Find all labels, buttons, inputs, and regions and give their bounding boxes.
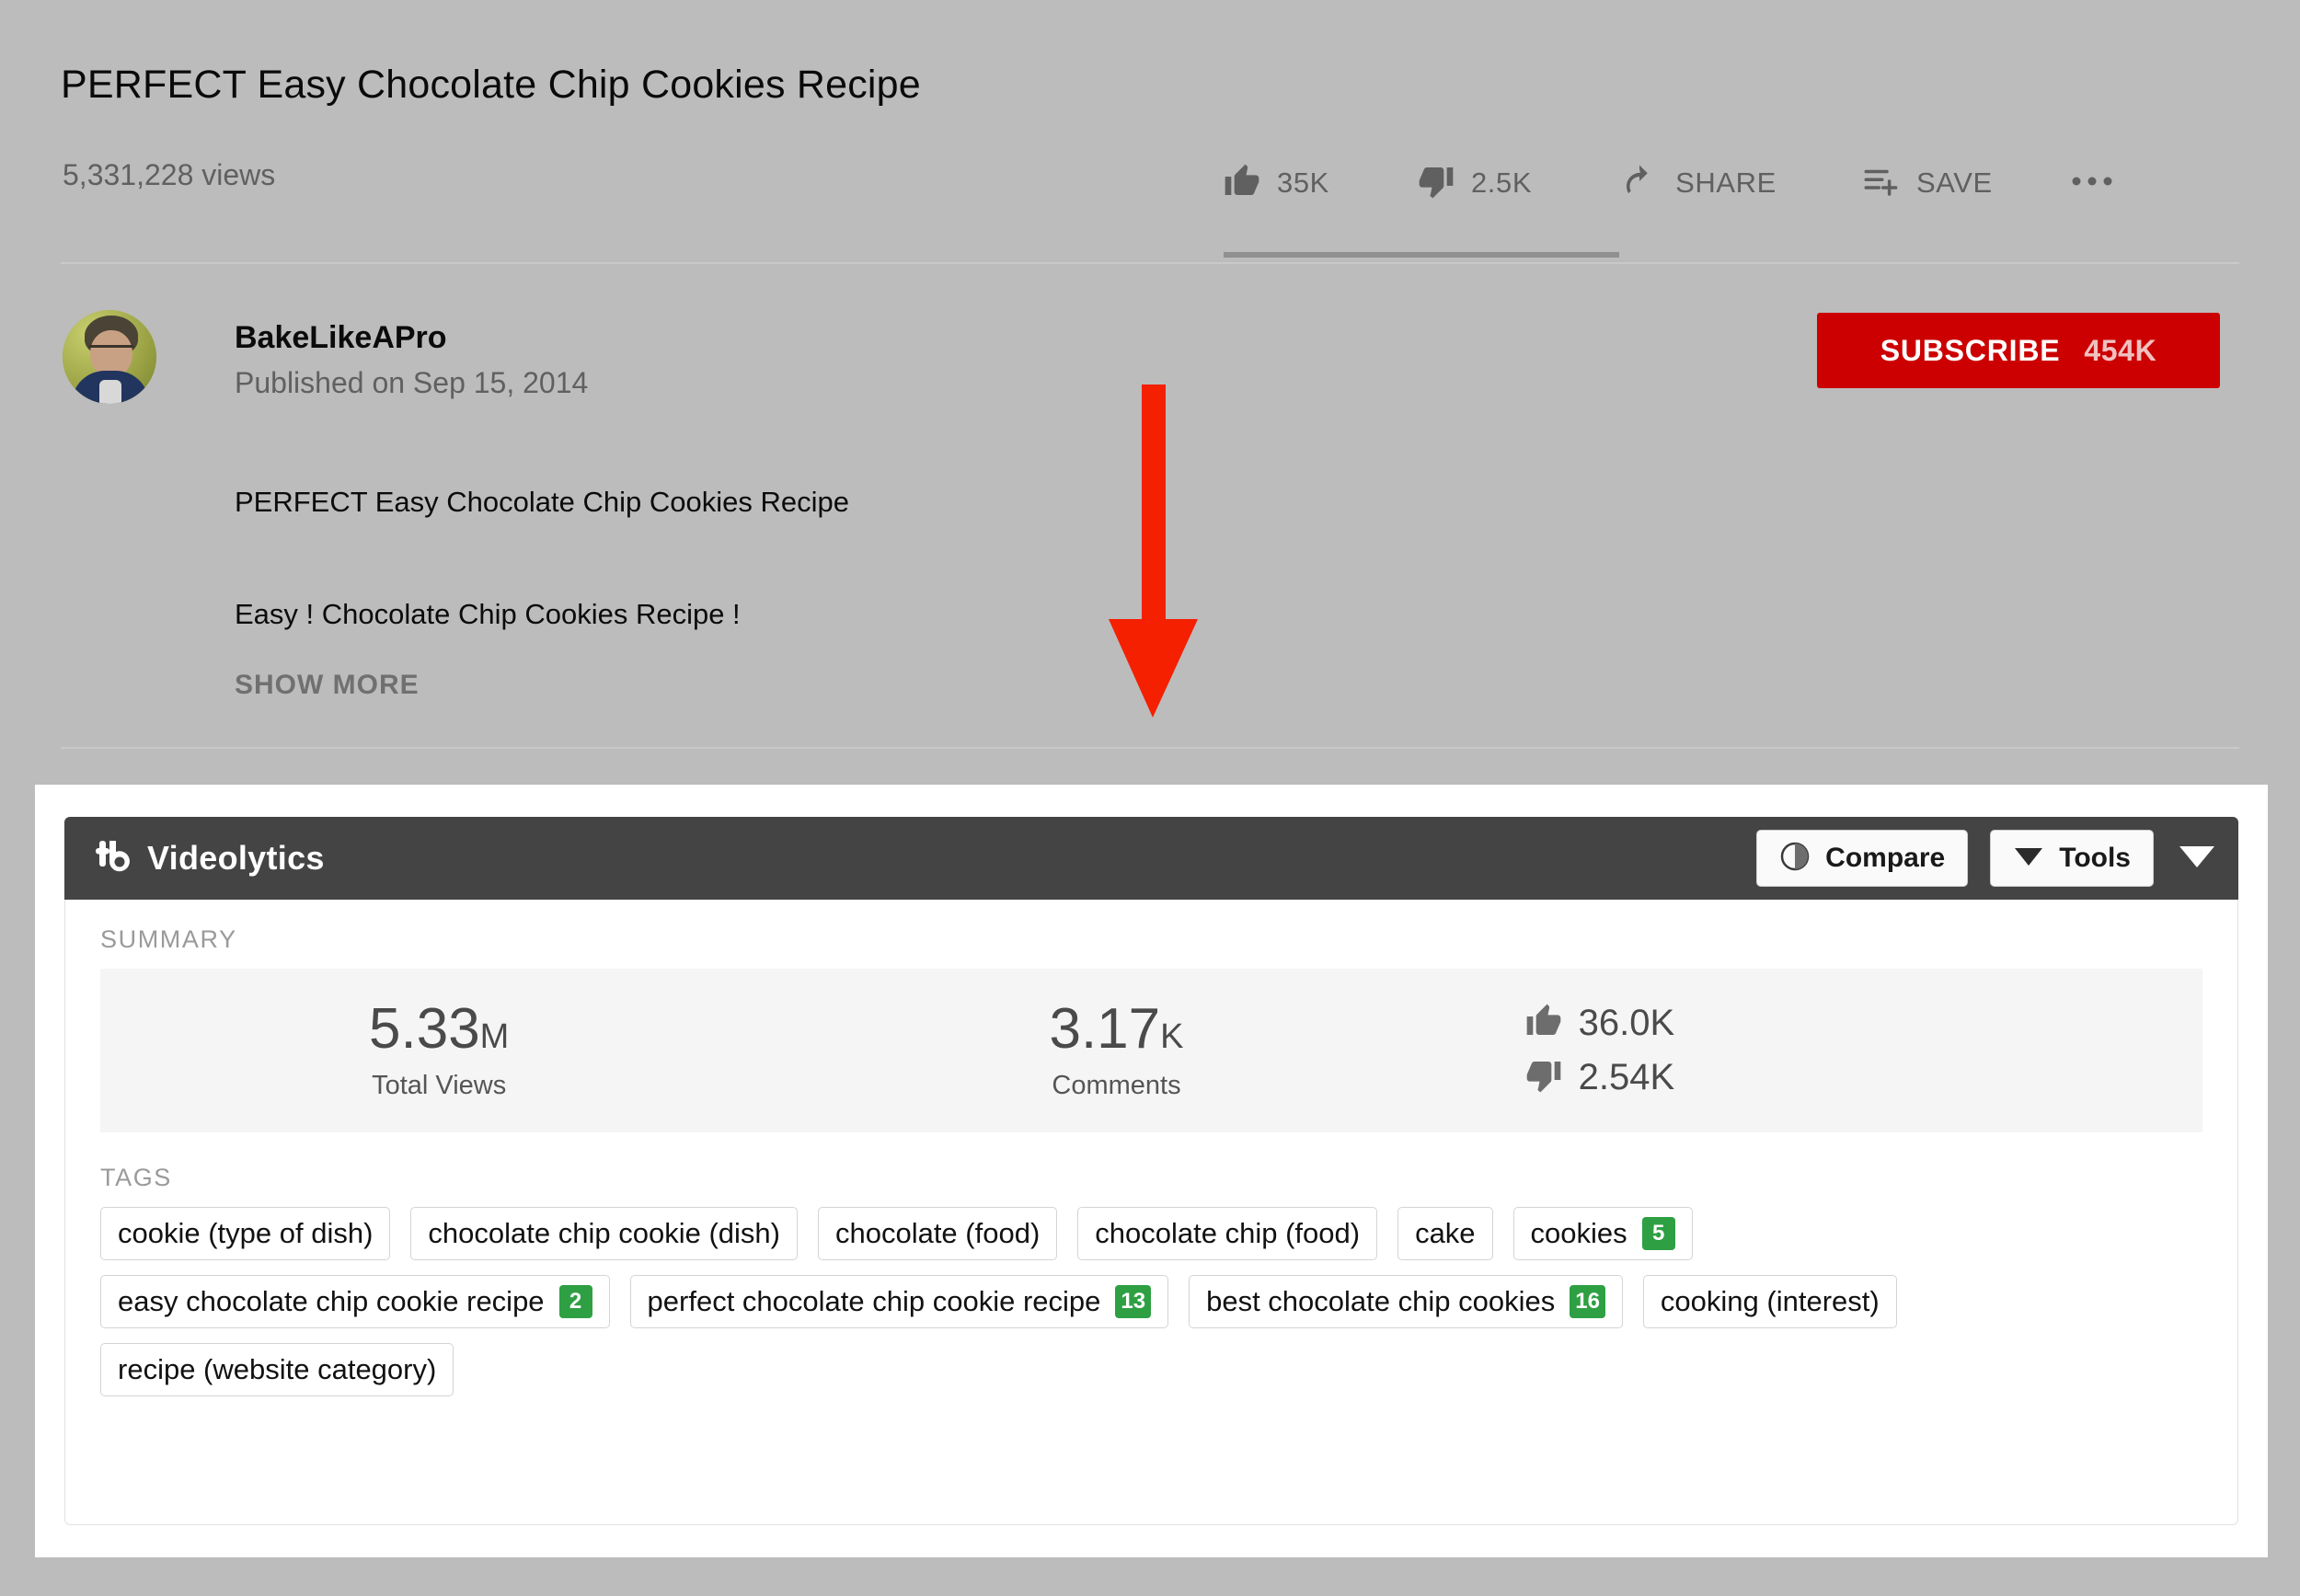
tag-label: cooking (interest) xyxy=(1660,1285,1880,1317)
tag-label: best chocolate chip cookies xyxy=(1206,1285,1556,1317)
videolytics-header-actions: Compare Tools xyxy=(1756,817,2218,900)
videolytics-header: Videolytics Compare Tools xyxy=(64,817,2238,900)
share-button[interactable]: SHARE xyxy=(1620,155,1777,212)
share-arrow-icon xyxy=(1620,162,1659,205)
comments-label: Comments xyxy=(1052,1070,1181,1100)
tag-chip[interactable]: cookies 5 xyxy=(1512,1207,1693,1260)
tag-chip[interactable]: best chocolate chip cookies 16 xyxy=(1189,1275,1623,1328)
thumbs-up-icon xyxy=(1224,163,1260,204)
show-more-button[interactable]: SHOW MORE xyxy=(235,670,420,701)
contrast-circle-icon xyxy=(1779,841,1811,877)
chevron-down-icon xyxy=(2013,846,2044,871)
thumbs-down-icon xyxy=(1525,1057,1562,1098)
subscribe-button[interactable]: SUBSCRIBE 454K xyxy=(1817,313,2220,388)
summary-label: SUMMARY xyxy=(100,925,237,953)
ratings-block: 36.0K 2.54K xyxy=(1455,1003,2202,1098)
view-count: 5,331,228 views xyxy=(63,158,276,191)
channel-name[interactable]: BakeLikeAPro xyxy=(235,320,447,356)
tag-chip[interactable]: easy chocolate chip cookie recipe 2 xyxy=(100,1275,610,1328)
tag-chip[interactable]: cooking (interest) xyxy=(1642,1275,1897,1328)
tag-label: chocolate chip cookie (dish) xyxy=(428,1217,780,1249)
tubebuddy-logo-icon xyxy=(94,839,132,878)
tag-label: recipe (website category) xyxy=(118,1353,437,1385)
tag-label: perfect chocolate chip cookie recipe xyxy=(647,1285,1101,1317)
tag-chip[interactable]: chocolate chip (food) xyxy=(1077,1207,1378,1260)
tags-label: TAGS xyxy=(100,1164,172,1191)
comments-value: 3.17K xyxy=(777,1000,1455,1058)
subscriber-count: 454K xyxy=(2084,333,2157,367)
dislikes-value: 2.54K xyxy=(1578,1057,1675,1097)
share-label: SHARE xyxy=(1675,166,1777,199)
tag-rank-badge: 13 xyxy=(1115,1285,1152,1318)
dislike-count: 2.5K xyxy=(1470,166,1533,199)
save-button[interactable]: SAVE xyxy=(1861,155,1993,212)
publish-date: Published on Sep 15, 2014 xyxy=(235,366,589,399)
stat-total-views: 5.33M Total Views xyxy=(100,1000,777,1101)
description-line-2: Easy ! Chocolate Chip Cookies Recipe ! xyxy=(235,598,741,630)
tag-label: easy chocolate chip cookie recipe xyxy=(118,1285,545,1317)
stat-comments: 3.17K Comments xyxy=(777,1000,1455,1101)
avatar[interactable] xyxy=(63,310,156,404)
summary-box: 5.33M Total Views 3.17K Comments 36.0K 2… xyxy=(100,969,2202,1132)
chevron-down-icon xyxy=(2178,844,2216,873)
dislike-button[interactable]: 2.5K xyxy=(1418,155,1532,212)
youtube-watch-page: PERFECT Easy Chocolate Chip Cookies Reci… xyxy=(0,0,2300,791)
compare-label: Compare xyxy=(1825,843,1946,873)
tag-chip[interactable]: cookie (type of dish) xyxy=(100,1207,391,1260)
more-horizontal-icon xyxy=(2070,172,2114,195)
divider-below-description xyxy=(61,747,2239,749)
tag-label: chocolate chip (food) xyxy=(1095,1217,1361,1249)
tag-label: cookie (type of dish) xyxy=(118,1217,374,1249)
tag-chip[interactable]: cake xyxy=(1397,1207,1493,1260)
divider-above-channel xyxy=(61,262,2239,264)
tag-chip[interactable]: chocolate chip cookie (dish) xyxy=(410,1207,798,1260)
comments-unit: K xyxy=(1160,1016,1184,1056)
videolytics-card: Videolytics Compare Tools SUMMARY 5.33M … xyxy=(64,817,2238,1525)
like-count: 35K xyxy=(1277,166,1329,199)
subscribe-label: SUBSCRIBE xyxy=(1880,333,2061,367)
video-action-bar: 35K 2.5K SHARE SAVE xyxy=(1224,155,2114,212)
tag-rank-badge: 5 xyxy=(1641,1217,1675,1250)
total-views-label: Total Views xyxy=(372,1070,507,1100)
thumbs-up-icon xyxy=(1525,1003,1562,1044)
like-bar-indicator xyxy=(1224,252,1619,258)
tag-chip[interactable]: chocolate (food) xyxy=(817,1207,1058,1260)
save-label: SAVE xyxy=(1915,166,1993,199)
compare-button[interactable]: Compare xyxy=(1756,830,1969,887)
page-title: PERFECT Easy Chocolate Chip Cookies Reci… xyxy=(61,63,921,107)
total-views-number: 5.33 xyxy=(369,996,480,1061)
tag-label: cake xyxy=(1415,1217,1476,1249)
tag-label: cookies xyxy=(1530,1217,1627,1249)
tag-label: chocolate (food) xyxy=(834,1217,1041,1249)
description-line-1: PERFECT Easy Chocolate Chip Cookies Reci… xyxy=(235,486,849,518)
total-views-value: 5.33M xyxy=(100,1000,777,1058)
tag-rank-badge: 16 xyxy=(1570,1285,1605,1318)
tools-label: Tools xyxy=(2059,843,2131,873)
like-button[interactable]: 35K xyxy=(1224,155,1329,212)
videolytics-body: SUMMARY 5.33M Total Views 3.17K Comments xyxy=(64,900,2238,1525)
comments-number: 3.17 xyxy=(1049,996,1161,1061)
tools-button[interactable]: Tools xyxy=(1990,830,2154,887)
dislikes-row: 2.54K xyxy=(1525,1057,2202,1098)
tag-chip[interactable]: perfect chocolate chip cookie recipe 13 xyxy=(629,1275,1169,1328)
tag-rank-badge: 2 xyxy=(558,1285,592,1318)
likes-value: 36.0K xyxy=(1578,1003,1675,1043)
videolytics-title: Videolytics xyxy=(147,839,325,877)
save-playlist-icon xyxy=(1861,162,1900,205)
likes-row: 36.0K xyxy=(1525,1003,2202,1044)
videolytics-panel: Videolytics Compare Tools SUMMARY 5.33M … xyxy=(35,785,2268,1557)
more-actions-button[interactable] xyxy=(2070,155,2114,212)
expand-panel-button[interactable] xyxy=(2176,830,2218,887)
tags-list: cookie (type of dish) chocolate chip cook… xyxy=(100,1207,2202,1396)
total-views-unit: M xyxy=(479,1016,510,1056)
tag-chip[interactable]: recipe (website category) xyxy=(100,1343,454,1396)
thumbs-down-icon xyxy=(1418,163,1455,204)
